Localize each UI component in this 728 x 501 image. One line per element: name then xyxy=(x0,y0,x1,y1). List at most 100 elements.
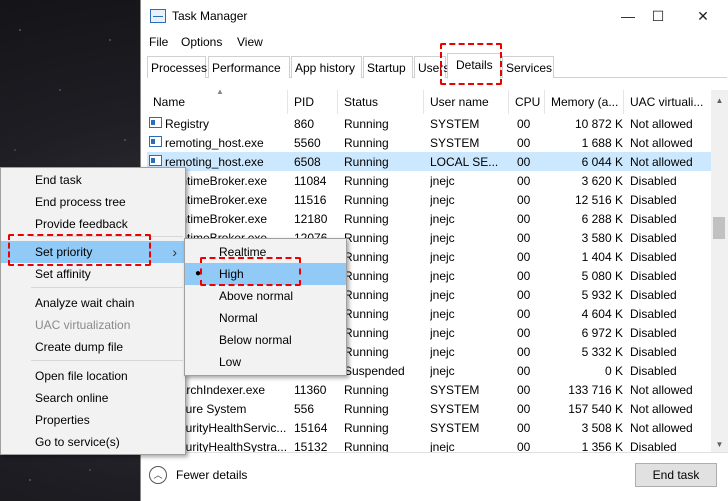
cell-status: Running xyxy=(344,269,389,283)
chevron-up-icon[interactable]: ︿ xyxy=(149,466,167,484)
title-bar[interactable]: Task Manager — ☐ ✕ xyxy=(141,0,728,32)
menu-item-provide-feedback[interactable]: Provide feedback xyxy=(1,213,185,235)
cell-cpu: 00 xyxy=(517,383,531,397)
menu-item-end-task[interactable]: End task xyxy=(1,169,185,191)
menu-item-properties[interactable]: Properties xyxy=(1,409,185,431)
menu-item-set-affinity[interactable]: Set affinity xyxy=(1,263,185,285)
cell-uac: Disabled xyxy=(630,174,677,188)
column-divider[interactable] xyxy=(337,90,338,114)
menu-item-end-process-tree[interactable]: End process tree xyxy=(1,191,185,213)
menu-item-label: Go to service(s) xyxy=(35,435,120,449)
cell-pid: 11516 xyxy=(294,193,327,207)
column-divider[interactable] xyxy=(287,90,288,114)
cell-cpu: 00 xyxy=(517,288,531,302)
menu-item-analyze-wait-chain[interactable]: Analyze wait chain xyxy=(1,292,185,314)
column-memory[interactable]: Memory (a... xyxy=(551,95,623,109)
cell-user-name: jnejc xyxy=(430,288,455,302)
tab-details[interactable]: Details xyxy=(447,53,501,79)
column-user-name[interactable]: User name xyxy=(430,95,489,109)
cell-cpu: 00 xyxy=(517,364,531,378)
column-status[interactable]: Status xyxy=(344,95,378,109)
priority-option-label: Above normal xyxy=(219,289,294,303)
table-row[interactable]: RuntimeBroker.exe 11084 Running jnejc 00 3 62… xyxy=(147,171,713,190)
cell-memory: 12 516 K xyxy=(574,193,623,207)
menu-item-open-file-location[interactable]: Open file location xyxy=(1,365,185,387)
tab-processes[interactable]: Processes xyxy=(147,56,207,78)
cell-uac: Disabled xyxy=(630,231,677,245)
cell-memory: 5 932 K xyxy=(581,288,623,302)
table-row[interactable]: SecurityHealthServic... 15164 Running SYSTE… xyxy=(147,418,713,437)
column-pid[interactable]: PID xyxy=(294,95,314,109)
table-row[interactable]: SearchIndexer.exe 11360 Running SYSTEM 00 133… xyxy=(147,380,713,399)
cell-cpu: 00 xyxy=(517,231,531,245)
cell-memory: 1 688 K xyxy=(581,136,623,150)
cell-uac: Disabled xyxy=(630,193,677,207)
cell-user-name: LOCAL SE... xyxy=(430,155,499,169)
tab-performance[interactable]: Performance xyxy=(208,56,290,78)
cell-status: Running xyxy=(344,193,389,207)
column-name[interactable]: Name xyxy=(153,95,185,109)
table-row[interactable]: remoting_host.exe 6508 Running LOCAL SE... 0… xyxy=(147,152,713,171)
menu-options[interactable]: Options xyxy=(181,35,222,49)
table-row[interactable]: RuntimeBroker.exe 12180 Running jnejc 00 6 28… xyxy=(147,209,713,228)
tab-startup[interactable]: Startup xyxy=(363,56,413,78)
table-row[interactable]: RuntimeBroker.exe 11516 Running jnejc 00 12 5… xyxy=(147,190,713,209)
column-cpu[interactable]: CPU xyxy=(515,95,540,109)
cell-user-name: jnejc xyxy=(430,231,455,245)
cell-status: Running xyxy=(344,117,389,131)
menu-item-search-online[interactable]: Search online xyxy=(1,387,185,409)
end-task-button[interactable]: End task xyxy=(635,463,717,487)
cell-status: Running xyxy=(344,345,389,359)
table-row[interactable]: Registry 860 Running SYSTEM 00 10 872 K Not al… xyxy=(147,114,713,133)
cell-memory: 157 540 K xyxy=(568,402,623,416)
tab-users[interactable]: Users xyxy=(414,56,449,78)
tab-app-history[interactable]: App history xyxy=(291,56,362,78)
cell-pid: 6508 xyxy=(294,155,321,169)
menu-item-label: Provide feedback xyxy=(35,217,128,231)
column-divider[interactable] xyxy=(623,90,624,114)
priority-option-above-normal[interactable]: Above normal xyxy=(185,285,346,307)
footer-bar: ︿ Fewer details End task xyxy=(141,452,728,501)
cell-uac: Disabled xyxy=(630,269,677,283)
priority-option-realtime[interactable]: Realtime xyxy=(185,241,346,263)
cell-cpu: 00 xyxy=(517,117,531,131)
cell-status: Running xyxy=(344,231,389,245)
menu-item-create-dump-file[interactable]: Create dump file xyxy=(1,336,185,358)
priority-option-high[interactable]: ● High xyxy=(185,263,346,285)
priority-option-low[interactable]: Low xyxy=(185,351,346,373)
vertical-scrollbar[interactable] xyxy=(711,90,728,452)
table-row[interactable]: remoting_host.exe 5560 Running SYSTEM 00 1 68… xyxy=(147,133,713,152)
cell-cpu: 00 xyxy=(517,326,531,340)
priority-option-normal[interactable]: Normal xyxy=(185,307,346,329)
scrollbar-thumb[interactable] xyxy=(713,217,725,239)
menu-view[interactable]: View xyxy=(237,35,263,49)
column-divider[interactable] xyxy=(423,90,424,114)
priority-option-below-normal[interactable]: Below normal xyxy=(185,329,346,351)
minimize-button[interactable]: — xyxy=(618,6,638,26)
column-uac-virtualization[interactable]: UAC virtuali... xyxy=(630,95,714,109)
maximize-button[interactable]: ☐ xyxy=(648,6,668,26)
cell-uac: Disabled xyxy=(630,345,677,359)
scroll-down-arrow-icon[interactable]: ▼ xyxy=(711,440,728,449)
menu-item-set-priority[interactable]: Set priority › xyxy=(1,241,185,263)
cell-status: Running xyxy=(344,288,389,302)
cell-status: Running xyxy=(344,212,389,226)
menu-file[interactable]: File xyxy=(149,35,168,49)
menu-item-label: Properties xyxy=(35,413,90,427)
close-button[interactable]: ✕ xyxy=(693,6,713,26)
cell-user-name: SYSTEM xyxy=(430,136,480,150)
menu-item-go-to-service-s[interactable]: Go to service(s) xyxy=(1,431,185,453)
cell-user-name: jnejc xyxy=(430,212,455,226)
menu-item-label: Create dump file xyxy=(35,340,124,354)
cell-status: Running xyxy=(344,421,389,435)
fewer-details-link[interactable]: Fewer details xyxy=(176,468,247,482)
table-row[interactable]: Secure System 556 Running SYSTEM 00 157 540 K… xyxy=(147,399,713,418)
scroll-up-arrow-icon[interactable]: ▲ xyxy=(711,96,728,105)
tab-services[interactable]: Services xyxy=(502,56,554,78)
cell-status: Running xyxy=(344,307,389,321)
cell-status: Running xyxy=(344,250,389,264)
cell-memory: 5 080 K xyxy=(581,269,623,283)
column-divider[interactable] xyxy=(544,90,545,114)
cell-cpu: 00 xyxy=(517,174,531,188)
column-divider[interactable] xyxy=(508,90,509,114)
